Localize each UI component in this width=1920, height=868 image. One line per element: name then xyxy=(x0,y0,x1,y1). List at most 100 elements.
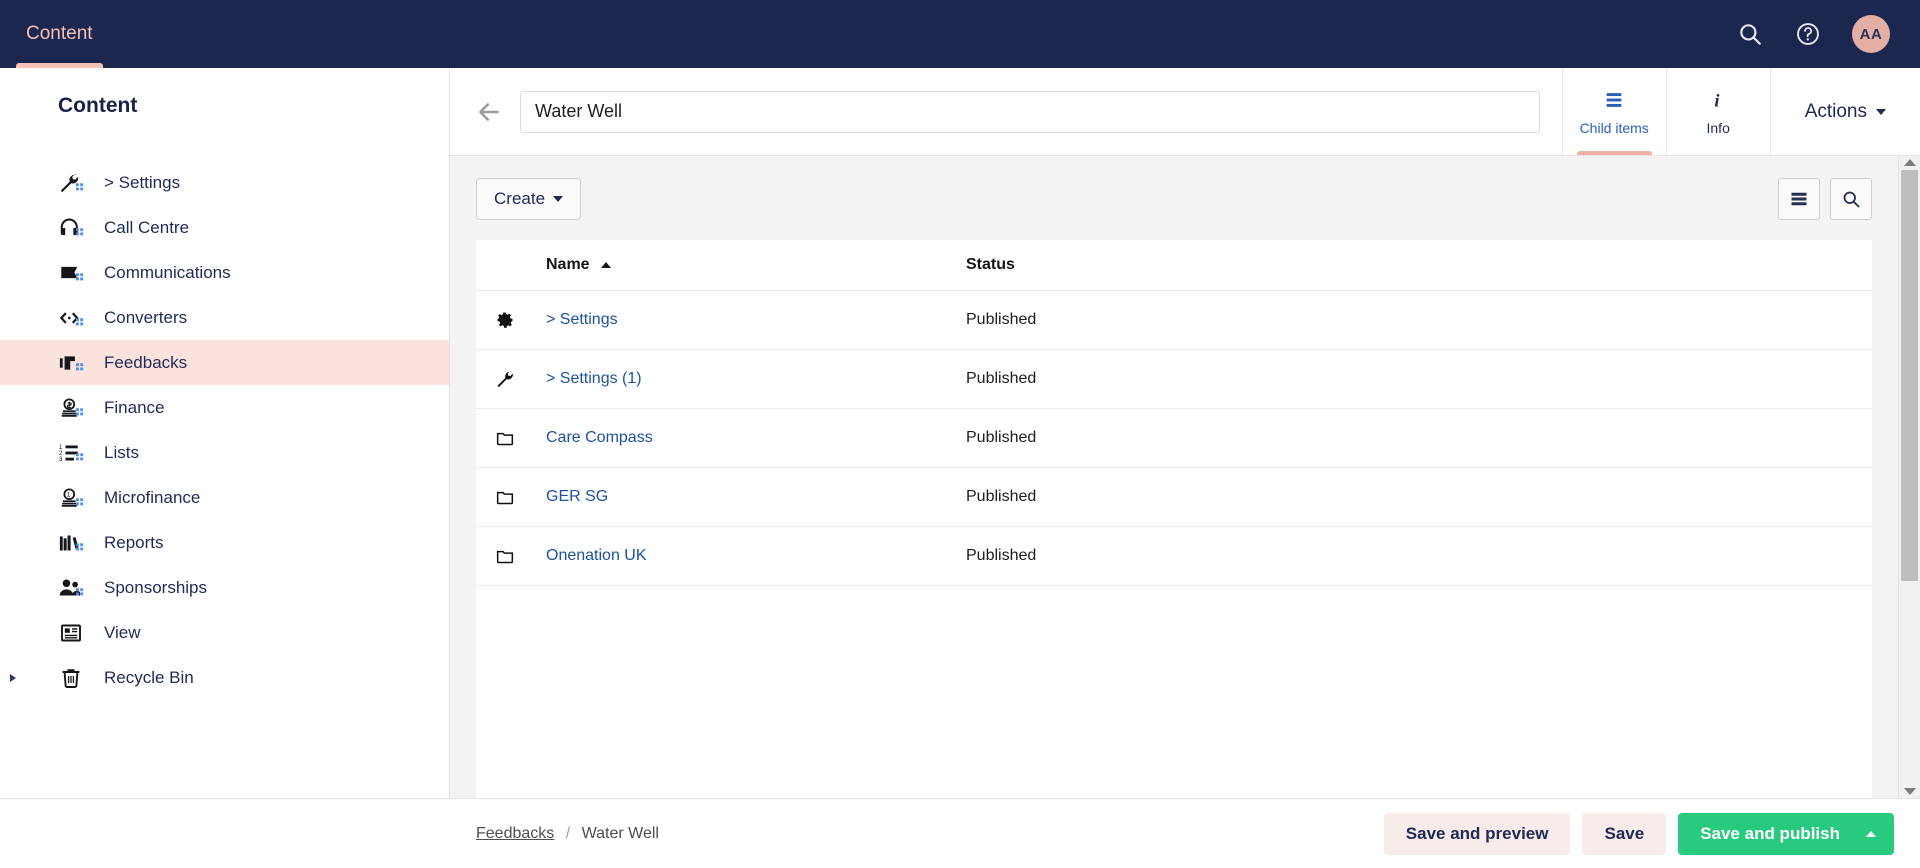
top-bar: Content AA xyxy=(0,0,1920,68)
trash-icon xyxy=(58,665,84,691)
item-link[interactable]: Onenation UK xyxy=(546,547,647,564)
sidebar-item-recycle-bin[interactable]: Recycle Bin xyxy=(0,655,449,700)
coins-icon xyxy=(58,395,84,421)
list-view-icon[interactable] xyxy=(1778,178,1820,220)
sidebar-item-label: Communications xyxy=(104,262,231,282)
tab-label: Info xyxy=(1706,120,1730,136)
item-title-input[interactable] xyxy=(520,90,1540,133)
sidebar-item-label: Reports xyxy=(104,532,164,552)
sidebar-item-label: Finance xyxy=(104,397,165,417)
list-lines-icon xyxy=(1603,87,1625,113)
sidebar-item-label: Recycle Bin xyxy=(104,667,194,687)
info-italic-icon: i xyxy=(1707,87,1729,113)
topbar-tab-label: Content xyxy=(26,23,93,44)
sidebar-item-lists[interactable]: 123 Lists xyxy=(0,430,449,475)
save-and-publish-button[interactable]: Save and publish xyxy=(1678,812,1894,855)
save-button[interactable]: Save xyxy=(1582,812,1667,855)
sidebar: Content > Settings Call Centre Communica… xyxy=(0,68,450,798)
sidebar-item-label: View xyxy=(104,622,141,642)
content-region: Create Name Status > Settings Published … xyxy=(450,156,1920,798)
table-cell-name: > Settings xyxy=(534,290,954,350)
vertical-scrollbar[interactable] xyxy=(1898,156,1920,798)
topbar-tab-content[interactable]: Content xyxy=(0,0,119,68)
actions-area: Actions xyxy=(1769,68,1920,155)
sidebar-item-reports[interactable]: Reports xyxy=(0,520,449,565)
column-header-name[interactable]: Name xyxy=(534,240,954,291)
arrow-left-icon[interactable] xyxy=(472,95,506,129)
topbar-icon-group: AA xyxy=(1736,0,1920,68)
article-icon xyxy=(58,620,84,646)
breadcrumb-area: Feedbacks / Water Well xyxy=(0,825,1384,843)
gear-icon xyxy=(476,290,534,350)
sidebar-item-label: > Settings xyxy=(104,172,181,192)
scrollbar-track[interactable] xyxy=(1899,166,1920,788)
folder-icon xyxy=(476,526,534,586)
footer-button-group: Save and preview Save Save and publish xyxy=(1383,812,1894,855)
table-row[interactable]: Onenation UK Published xyxy=(476,526,1872,586)
sidebar-item-sponsorships[interactable]: Sponsorships xyxy=(0,565,449,610)
item-link[interactable]: GER SG xyxy=(546,488,608,505)
item-link[interactable]: > Settings xyxy=(546,311,618,328)
table-row[interactable]: GER SG Published xyxy=(476,467,1872,527)
table-row[interactable]: > Settings Published xyxy=(476,290,1872,350)
tab-child-items[interactable]: Child items xyxy=(1561,68,1666,155)
item-header-left xyxy=(450,68,1562,155)
create-button[interactable]: Create xyxy=(476,178,582,220)
actions-dropdown-button[interactable]: Actions xyxy=(1805,101,1886,123)
table-cell-name: Onenation UK xyxy=(534,526,954,586)
code-arrows-icon xyxy=(58,305,84,331)
item-link[interactable]: > Settings (1) xyxy=(546,370,642,387)
main-panel: Child items i Info Actions xyxy=(450,68,1920,798)
megaphone-icon xyxy=(58,350,84,376)
save-and-preview-button[interactable]: Save and preview xyxy=(1383,812,1571,855)
help-circle-icon[interactable] xyxy=(1794,20,1822,48)
breadcrumb: Feedbacks / Water Well xyxy=(476,825,659,843)
breadcrumb-parent-link[interactable]: Feedbacks xyxy=(476,825,554,842)
chevron-right-icon[interactable] xyxy=(10,673,16,682)
footer-bar: Feedbacks / Water Well Save and preview … xyxy=(0,798,1920,868)
tab-active-indicator xyxy=(1576,151,1652,155)
search-icon[interactable] xyxy=(1736,20,1764,48)
sidebar-item-converters[interactable]: Converters xyxy=(0,295,449,340)
sidebar-item-settings[interactable]: > Settings xyxy=(0,160,449,205)
column-header-status[interactable]: Status xyxy=(954,240,1872,291)
sidebar-item-finance[interactable]: Finance xyxy=(0,385,449,430)
app-shell: Content > Settings Call Centre Communica… xyxy=(0,68,1920,798)
sidebar-item-feedbacks[interactable]: Feedbacks xyxy=(0,340,449,385)
numbered-list-icon: 123 xyxy=(58,440,84,466)
folder-icon xyxy=(476,467,534,527)
sidebar-title: Content xyxy=(58,94,138,117)
table-row[interactable]: > Settings (1) Published xyxy=(476,349,1872,409)
people-icon xyxy=(58,575,84,601)
sort-ascending-icon xyxy=(601,261,612,268)
chevron-down-icon xyxy=(553,196,564,202)
scrollbar-thumb[interactable] xyxy=(1901,170,1918,581)
sidebar-item-communications[interactable]: Communications xyxy=(0,250,449,295)
table-cell-status: Published xyxy=(954,349,1872,409)
breadcrumb-separator: / xyxy=(565,824,571,842)
coin-stack-icon: 1 xyxy=(58,485,84,511)
table-head: Name Status xyxy=(476,240,1872,291)
child-items-table-card: Name Status > Settings Published > Setti… xyxy=(476,240,1872,798)
scroll-up-arrow-icon[interactable] xyxy=(1903,159,1916,166)
wrench-icon xyxy=(476,349,534,409)
scroll-down-arrow-icon[interactable] xyxy=(1903,788,1916,795)
search-icon[interactable] xyxy=(1830,178,1872,220)
sidebar-item-label: Lists xyxy=(104,442,139,462)
table-cell-status: Published xyxy=(954,467,1872,527)
chevron-up-icon[interactable] xyxy=(1866,830,1876,837)
sidebar-item-microfinance[interactable]: 1 Microfinance xyxy=(0,475,449,520)
item-link[interactable]: Care Compass xyxy=(546,429,653,446)
sidebar-item-call-centre[interactable]: Call Centre xyxy=(0,205,449,250)
sidebar-item-view[interactable]: View xyxy=(0,610,449,655)
table-header-row: Name Status xyxy=(476,240,1872,291)
list-toolbar: Create xyxy=(476,178,1872,220)
header-tab-group: Child items i Info xyxy=(1561,68,1770,155)
child-items-table: Name Status > Settings Published > Setti… xyxy=(476,240,1872,586)
avatar[interactable]: AA xyxy=(1852,15,1890,53)
breadcrumb-current: Water Well xyxy=(581,824,659,842)
tab-info[interactable]: i Info xyxy=(1665,68,1770,155)
speech-bubble-icon xyxy=(58,260,84,286)
table-row[interactable]: Care Compass Published xyxy=(476,408,1872,468)
